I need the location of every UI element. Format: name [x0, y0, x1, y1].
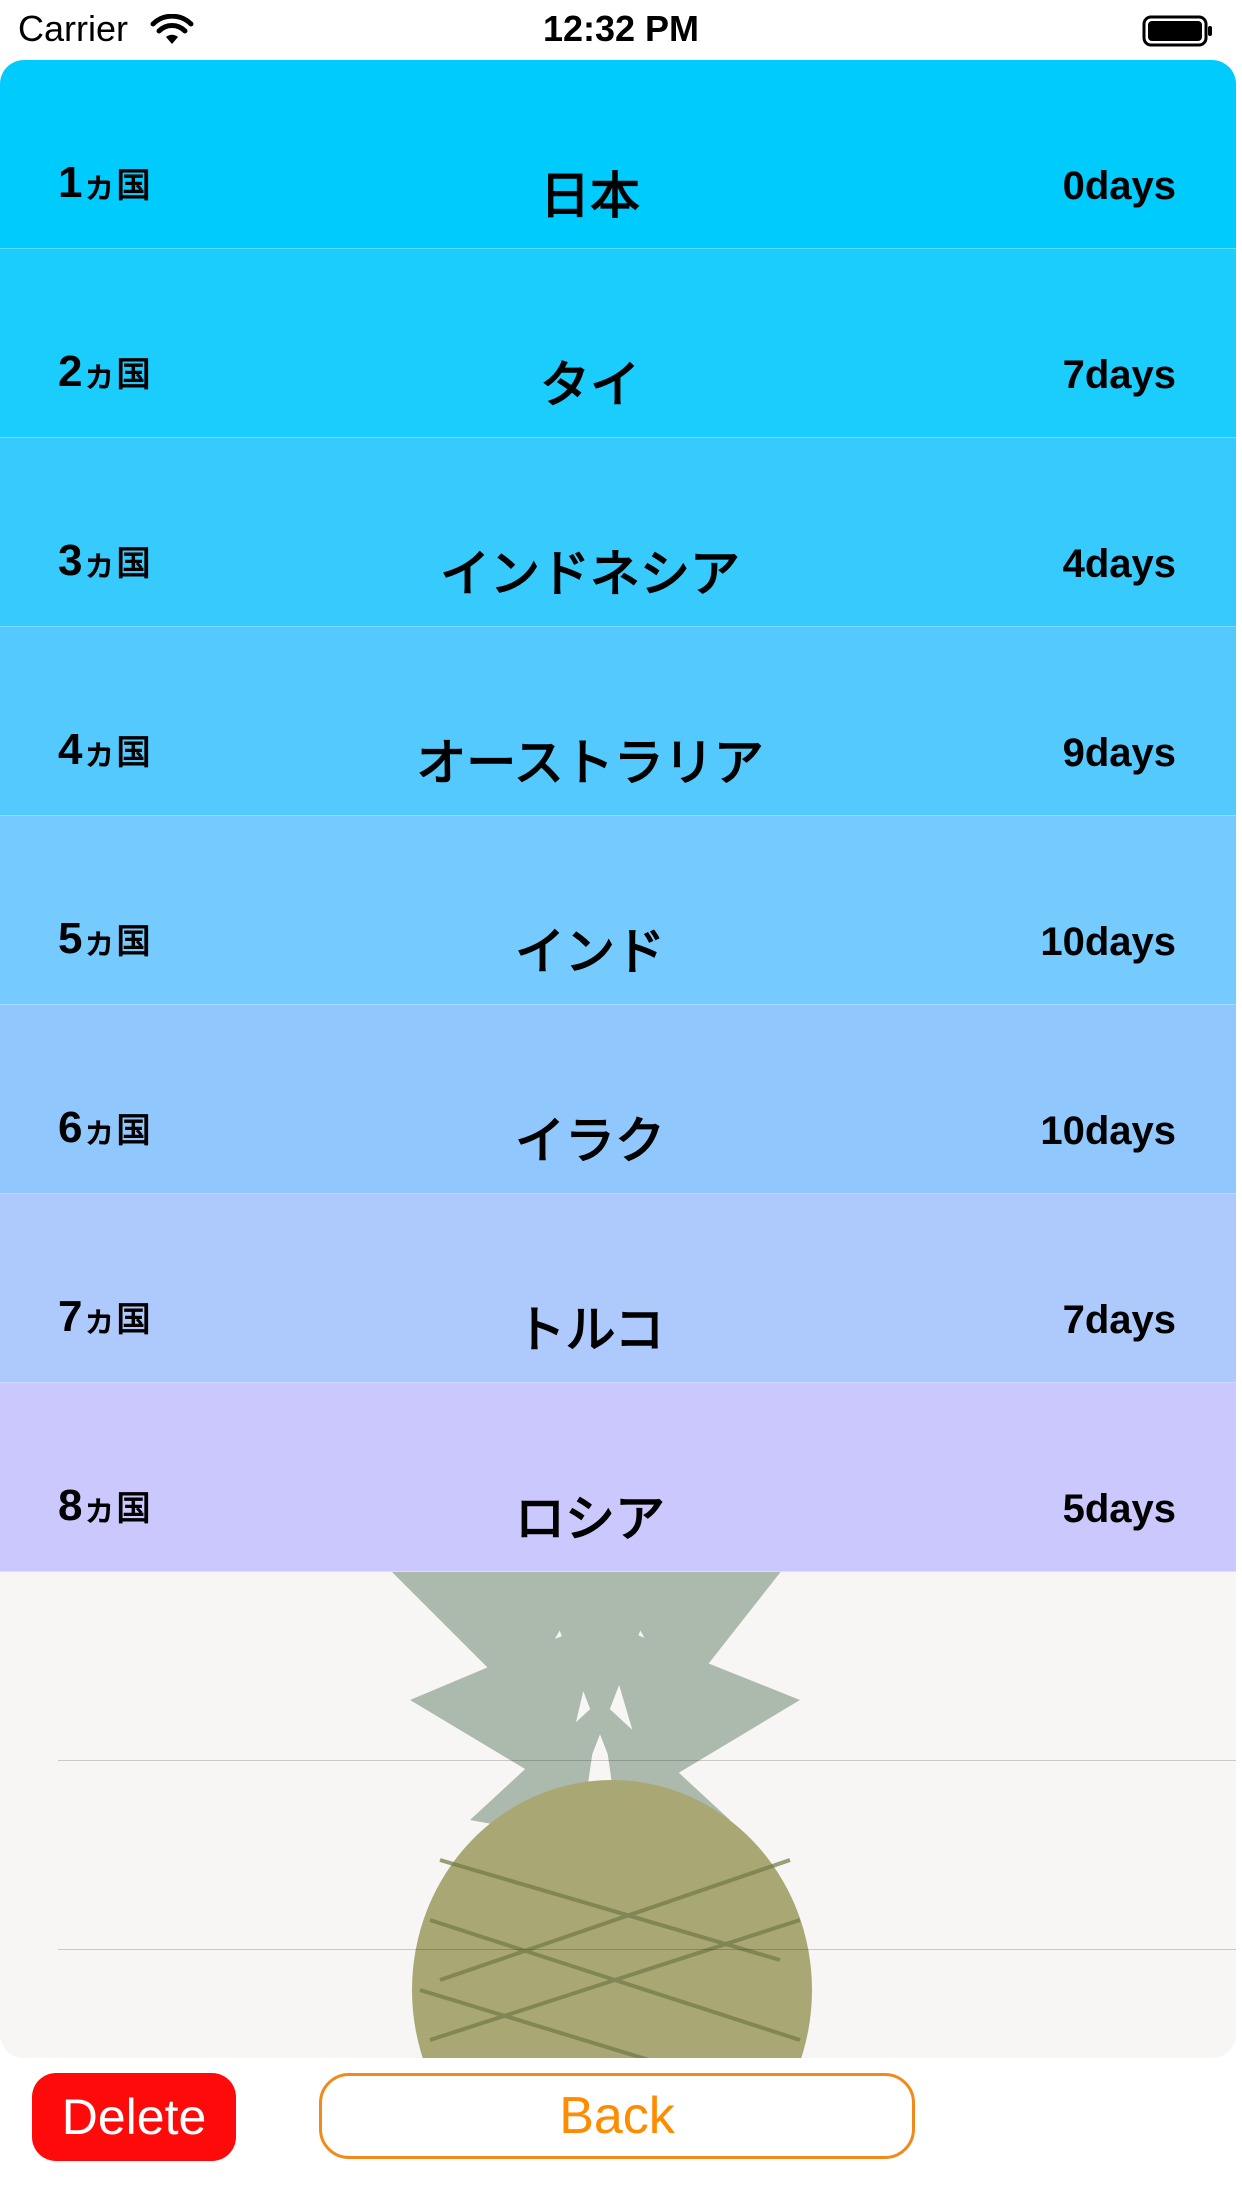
delete-button[interactable]: Delete — [32, 2073, 236, 2161]
list-row-7[interactable]: 7ヵ国 トルコ 7days — [0, 1194, 1236, 1383]
list-row-6[interactable]: 6ヵ国 イラク 10days — [0, 1005, 1236, 1194]
status-time: 12:32 PM — [542, 8, 700, 49]
row-days: 0days — [1062, 164, 1176, 208]
row-country-name: イラク — [515, 1113, 665, 1169]
list-row-3[interactable]: 3ヵ国 インドネシア 4days — [0, 438, 1236, 627]
row-days: 7days — [1062, 1298, 1176, 1342]
country-list-card: 1ヵ国 日本 0days 2ヵ国 タイ 7days 3ヵ国 インドネシア 4days 4ヵ国 オース… — [0, 60, 1236, 2058]
row-days: 10days — [1040, 1109, 1176, 1153]
list-row-5[interactable]: 5ヵ国 インド 10days — [0, 816, 1236, 1005]
battery-full-icon — [1142, 15, 1212, 47]
row-days: 10days — [1040, 920, 1176, 964]
list-row-4[interactable]: 4ヵ国 オーストラリア 9days — [0, 627, 1236, 816]
empty-row — [58, 1572, 1236, 1761]
row-country-name: トルコ — [515, 1302, 665, 1358]
status-bar: Carrier 12:32 PM — [0, 0, 1242, 60]
row-days: 9days — [1062, 731, 1176, 775]
list-row-2[interactable]: 2ヵ国 タイ 7days — [0, 249, 1236, 438]
back-button[interactable]: Back — [319, 2073, 915, 2159]
row-days: 7days — [1062, 353, 1176, 397]
row-country-name: インド — [515, 924, 665, 980]
row-country-name: 日本 — [540, 168, 640, 224]
empty-row — [58, 1761, 1236, 1950]
list-row-1[interactable]: 1ヵ国 日本 0days — [0, 60, 1236, 249]
row-country-name: ロシア — [515, 1491, 665, 1547]
row-country-name: タイ — [540, 357, 640, 413]
row-country-name: インドネシア — [440, 546, 740, 602]
row-days: 4days — [1062, 542, 1176, 586]
row-country-name: オーストラリア — [416, 735, 764, 791]
row-days: 5days — [1062, 1487, 1176, 1531]
country-list: 1ヵ国 日本 0days 2ヵ国 タイ 7days 3ヵ国 インドネシア 4days 4ヵ国 オース… — [0, 60, 1236, 1950]
list-row-8[interactable]: 8ヵ国 ロシア 5days — [0, 1383, 1236, 1572]
